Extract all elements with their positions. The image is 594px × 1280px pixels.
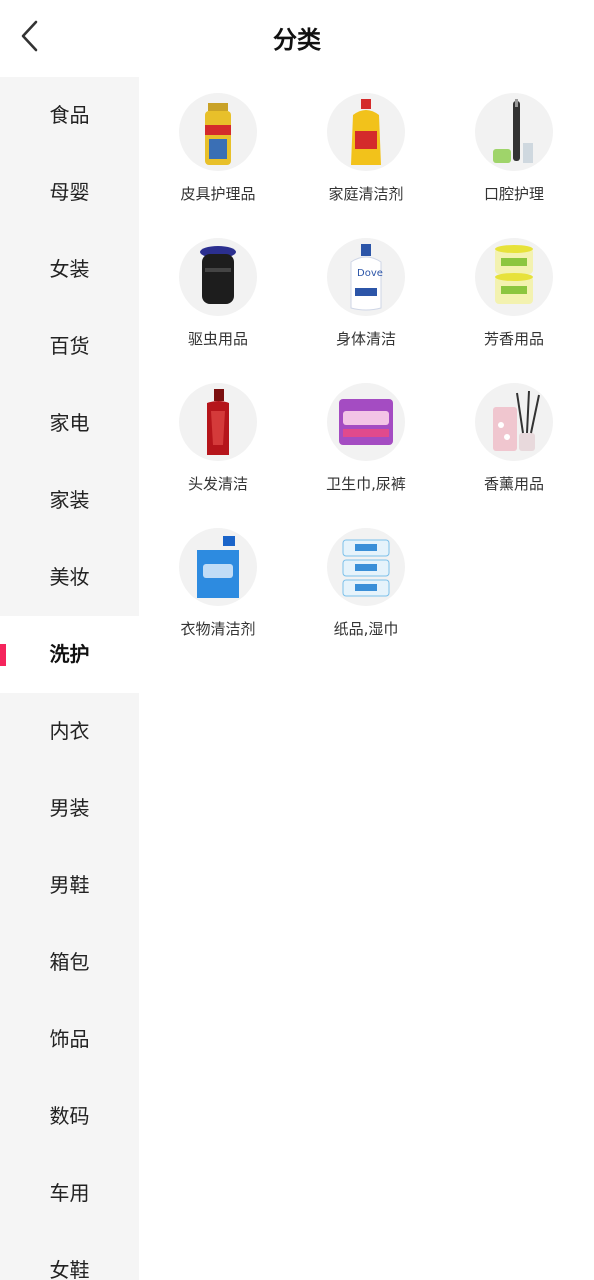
sidebar-item[interactable]: 饰品 <box>0 1001 139 1078</box>
category-label: 口腔护理 <box>483 185 544 203</box>
sidebar-item[interactable]: 母婴 <box>0 154 139 231</box>
category-tile[interactable]: 头发清洁 <box>144 367 292 512</box>
sidebar-item-label: 车用 <box>49 1181 90 1205</box>
category-label: 家庭清洁剂 <box>328 185 404 203</box>
body-wash-icon: Dove <box>327 238 405 316</box>
sidebar-item[interactable]: 车用 <box>0 1155 139 1232</box>
category-label: 卫生巾,尿裤 <box>326 475 406 493</box>
sidebar-item-label: 洗护 <box>49 642 90 666</box>
sidebar-item-label: 女装 <box>49 257 90 281</box>
sidebar-item-label: 美妆 <box>49 565 90 589</box>
mosquito-lamp-icon <box>179 238 257 316</box>
sidebar-item-label: 男鞋 <box>49 873 90 897</box>
sidebar-item-label: 内衣 <box>49 719 90 743</box>
sidebar-item[interactable]: 箱包 <box>0 924 139 1001</box>
category-label: 驱虫用品 <box>187 330 248 348</box>
sidebar-item[interactable]: 家电 <box>0 385 139 462</box>
sidebar-item[interactable]: 男鞋 <box>0 847 139 924</box>
sidebar-item-label: 饰品 <box>49 1027 90 1051</box>
category-tile[interactable]: 家庭清洁剂 <box>292 77 440 222</box>
sidebar-item-label: 家电 <box>49 411 90 435</box>
sidebar-item[interactable]: 女鞋 <box>0 1232 139 1280</box>
sanitary-pad-icon <box>327 383 405 461</box>
leather-spray-icon <box>179 93 257 171</box>
sidebar-item-label: 家装 <box>49 488 90 512</box>
sidebar-item[interactable]: 洗护 <box>0 616 139 693</box>
cleaner-bottle-icon <box>327 93 405 171</box>
svg-text:Dove: Dove <box>357 268 383 279</box>
category-label: 身体清洁 <box>335 330 396 348</box>
category-tile[interactable]: 驱虫用品 <box>144 222 292 367</box>
category-tile[interactable]: 皮具护理品 <box>144 77 292 222</box>
category-label: 头发清洁 <box>187 475 248 493</box>
category-sidebar[interactable]: 食品母婴女装百货家电家装美妆洗护内衣男装男鞋箱包饰品数码车用女鞋 <box>0 77 139 1280</box>
sidebar-item[interactable]: 数码 <box>0 1078 139 1155</box>
category-tile[interactable]: 口腔护理 <box>440 77 588 222</box>
sidebar-item-label: 食品 <box>49 103 90 127</box>
active-indicator <box>0 644 6 666</box>
sidebar-item[interactable]: 家装 <box>0 462 139 539</box>
category-label: 衣物清洁剂 <box>180 620 256 638</box>
category-tile[interactable]: 芳香用品 <box>440 222 588 367</box>
category-label: 纸品,湿巾 <box>333 620 399 638</box>
subcategory-grid: 皮具护理品 家庭清洁剂 口腔护理驱虫用品 Dove 身体清洁 芳香用品头发清洁 卫生巾,尿裤… <box>139 77 594 657</box>
category-tile[interactable]: 卫生巾,尿裤 <box>292 367 440 512</box>
subcategory-panel: 皮具护理品 家庭清洁剂 口腔护理驱虫用品 Dove 身体清洁 芳香用品头发清洁 卫生巾,尿裤… <box>139 77 594 657</box>
shampoo-icon <box>179 383 257 461</box>
category-tile[interactable]: 衣物清洁剂 <box>144 512 292 657</box>
category-tile[interactable]: Dove 身体清洁 <box>292 222 440 367</box>
sidebar-item-label: 男装 <box>49 796 90 820</box>
category-tile[interactable]: 纸品,湿巾 <box>292 512 440 657</box>
sidebar-item-label: 数码 <box>49 1104 90 1128</box>
sidebar-item[interactable]: 男装 <box>0 770 139 847</box>
page-title: 分类 <box>273 26 321 54</box>
sidebar-item[interactable]: 女装 <box>0 231 139 308</box>
sidebar-item[interactable]: 美妆 <box>0 539 139 616</box>
sidebar-item[interactable]: 食品 <box>0 77 139 154</box>
sidebar-item-label: 百货 <box>49 334 90 358</box>
category-tile[interactable]: 香薰用品 <box>440 367 588 512</box>
category-label: 芳香用品 <box>483 330 544 348</box>
laundry-detergent-icon <box>179 528 257 606</box>
reed-diffuser-icon <box>475 383 553 461</box>
sidebar-item-label: 女鞋 <box>49 1258 90 1280</box>
sidebar-item[interactable]: 百货 <box>0 308 139 385</box>
toothbrush-icon <box>475 93 553 171</box>
air-freshener-icon <box>475 238 553 316</box>
header: 分类 <box>0 0 594 77</box>
category-label: 皮具护理品 <box>180 185 256 203</box>
sidebar-item-label: 箱包 <box>49 950 90 974</box>
sidebar-item-label: 母婴 <box>49 180 90 204</box>
sidebar-item[interactable]: 内衣 <box>0 693 139 770</box>
wet-wipes-icon <box>327 528 405 606</box>
category-label: 香薰用品 <box>483 475 544 493</box>
